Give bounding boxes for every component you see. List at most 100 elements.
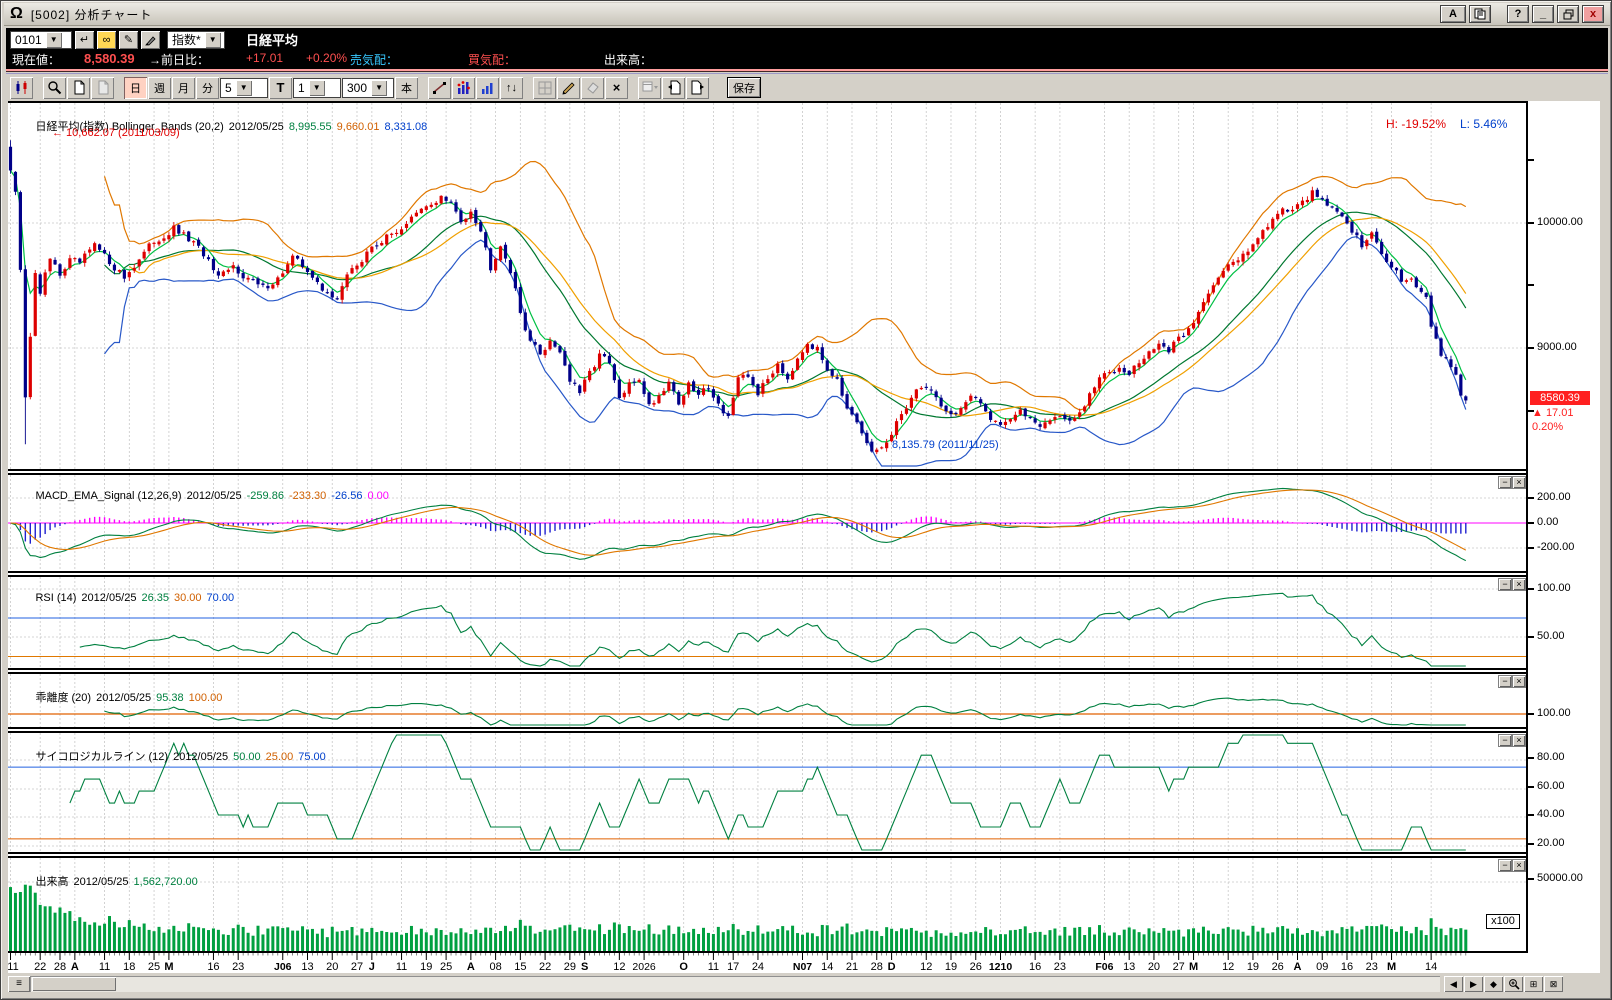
axis-tick [1528,878,1534,880]
zoom-in-button[interactable] [1504,976,1523,992]
copy-icon [1474,8,1486,20]
grid-close-button[interactable]: ⊠ [1544,976,1563,992]
psy-panel-minimize-button[interactable]: − [1498,734,1512,747]
macd-panel-close-button[interactable]: × [1512,476,1526,489]
grid-expand-button[interactable]: ⊞ [1524,976,1543,992]
zoom-button[interactable] [43,77,66,99]
chevron-down-icon[interactable]: ▼ [205,32,221,48]
close-button[interactable]: x [1582,5,1604,23]
minimize-button[interactable]: _ [1532,5,1554,23]
text-tool-button[interactable]: T [269,77,292,99]
x-axis-label: N07 [793,961,812,973]
macd-value: -259.86 [247,490,284,502]
unit-button[interactable]: 本 [395,77,418,99]
indicator-blue-button[interactable] [476,77,499,99]
ask-label: 売気配： [350,51,398,68]
candlestick-icon [14,80,29,95]
rsi-panel-minimize-button[interactable]: − [1498,578,1512,591]
window-controls: A ? _ x [1440,5,1610,23]
indicator-red-button[interactable] [452,77,475,99]
x-axis-label: 28 [871,961,883,973]
indicator-name: RSI (14) [35,592,76,604]
volume-panel[interactable]: 出来高2012/05/251,562,720.00 x100 [8,856,1526,953]
y-axis-label: 50.00 [1537,630,1565,642]
new-page-button[interactable] [67,77,90,99]
latest-bar-button[interactable]: ◆ [1484,976,1503,992]
period-monthly-button[interactable]: 月 [172,77,195,99]
type-select[interactable]: 指数*▼ [167,31,225,49]
x-axis-label: 22 [539,961,551,973]
bar-chart-red-icon [456,80,471,95]
edit-button[interactable]: ✎ [119,31,138,49]
psychological-panel[interactable]: サイコロジカルライン (12)2012/05/2550.0025.0075.00 [8,731,1526,854]
interval-combo[interactable]: 5▼ [220,78,268,98]
rsi-panel[interactable]: RSI (14)2012/05/2526.3530.0070.00 [8,575,1526,670]
interval-value: 5 [225,81,232,95]
period-weekly-button[interactable]: 週 [148,77,171,99]
rsi-panel-close-button[interactable]: × [1512,578,1526,591]
psy-panel-close-button[interactable]: × [1512,734,1526,747]
macd-panel[interactable]: MACD_EMA_Signal (12,26,9)2012/05/25-259.… [8,473,1526,573]
brush-icon [145,34,157,46]
page-forward-button[interactable] [686,77,709,99]
binoculars-button[interactable]: ∞ [97,31,116,49]
horizontal-scrollbar[interactable] [30,976,1440,992]
period-minute-button[interactable]: 分 [196,77,219,99]
grid-layout-button[interactable] [533,77,556,99]
type-select-value: 指数* [172,31,201,48]
indicator-date: 2012/05/25 [229,121,284,133]
axis-tick [1528,843,1534,845]
save-button[interactable]: 保存 [727,77,761,98]
scroll-menu-button[interactable]: ≡ [8,976,30,992]
page-back-button[interactable] [662,77,685,99]
x-axis-label: S [581,961,588,973]
chevron-down-icon[interactable]: ▼ [236,80,252,96]
scroll-right-button[interactable]: ▶ [1464,976,1483,992]
dev-panel-minimize-button[interactable]: − [1498,675,1512,688]
sort-updown-button[interactable]: ↑↓ [500,77,523,99]
restore-icon [1563,9,1574,20]
window-select-button[interactable] [638,77,661,99]
price-panel[interactable]: 日経平均(指数) Bollinger_Bands (20,2)2012/05/2… [8,101,1526,471]
eraser-button[interactable] [581,77,604,99]
vol-panel-close-button[interactable]: × [1512,859,1526,872]
price-axis-gutter: 10000.009000.00200.000.00-200.00100.0050… [1528,101,1600,973]
chevron-down-icon[interactable]: ▼ [46,32,62,48]
candlestick-chart-button[interactable] [10,77,33,99]
macd-panel-minimize-button[interactable]: − [1498,476,1512,489]
copy-window-button[interactable] [1469,5,1491,23]
copy-page-button[interactable] [91,77,114,99]
help-button[interactable]: ? [1507,5,1529,23]
scroll-left-button[interactable]: ◀ [1444,976,1463,992]
restore-button[interactable] [1557,5,1579,23]
indicator-date: 2012/05/25 [81,592,136,604]
dev-panel-close-button[interactable]: × [1512,675,1526,688]
x-axis-label: 17 [727,961,739,973]
enter-button[interactable]: ↵ [75,31,94,49]
symbol-code-input[interactable]: 0101▼ [10,31,72,49]
draw-pencil-button[interactable] [557,77,580,99]
bars-combo[interactable]: 300▼ [342,78,394,98]
brush-button[interactable] [141,31,160,49]
chevron-down-icon[interactable]: ▼ [309,80,325,96]
kairido-panel[interactable]: 乖離度 (20)2012/05/2595.38100.00 [8,672,1526,729]
x-axis-label: 16 [207,961,219,973]
page-back-icon [667,80,681,95]
rsi-high-line: 70.00 [207,592,235,604]
title-bar[interactable]: Ω [5002] 分析チャート A ? _ x [4,3,1610,26]
volume-label: 出来高： [604,51,652,68]
x-axis-label: 11 [99,961,110,973]
y-axis-label: -200.00 [1537,541,1574,553]
font-button[interactable]: A [1440,5,1466,23]
quote-header: 0101▼ ↵ ∞ ✎ 指数*▼ 日経平均 現在値： 8,580.39 →前日比… [6,28,1608,69]
count-combo[interactable]: 1▼ [293,78,341,98]
period-daily-button[interactable]: 日 [124,77,147,99]
low-annotation: 8,135.79 (2011/11/25) [892,439,999,451]
y-axis-label: 60.00 [1537,780,1565,792]
trendline-button[interactable] [428,77,451,99]
chevron-down-icon[interactable]: ▼ [371,80,387,96]
x-axis-label: 12 [1222,961,1234,973]
delete-drawing-button[interactable]: × [605,77,628,99]
scrollbar-thumb[interactable] [32,977,116,991]
vol-panel-minimize-button[interactable]: − [1498,859,1512,872]
